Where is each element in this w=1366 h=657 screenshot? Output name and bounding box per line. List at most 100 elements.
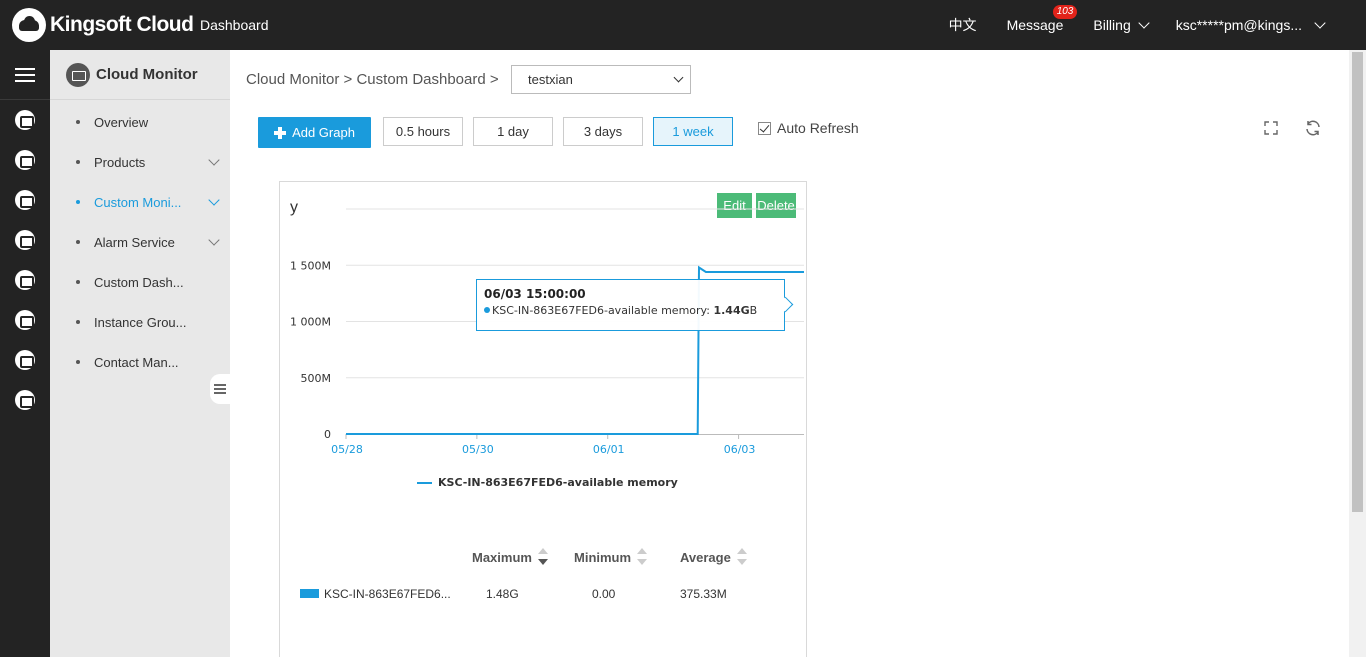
rail-database-button[interactable]: [0, 220, 50, 260]
sidebar-collapse-button[interactable]: [210, 374, 230, 404]
sidebar-item-label: Alarm Service: [94, 234, 175, 250]
icon-rail: [0, 50, 50, 657]
user-menu[interactable]: ksc*****pm@kings...: [1175, 16, 1326, 33]
stats-min-value: 0.00: [592, 587, 616, 601]
dashboard-select[interactable]: testxian: [511, 65, 691, 94]
bullet-icon: [76, 320, 80, 324]
nav-dashboard[interactable]: Dashboard: [200, 0, 269, 50]
sort-icon: [637, 548, 648, 566]
message-count-badge: 103: [1052, 5, 1078, 19]
sidebar-item-contact-management[interactable]: Contact Man...: [50, 342, 230, 382]
language-switch[interactable]: 中文: [949, 15, 977, 35]
topology-icon: [15, 350, 35, 370]
chevron-down-icon: [1138, 16, 1150, 29]
add-graph-button[interactable]: Add Graph: [258, 117, 371, 148]
auto-refresh-toggle[interactable]: Auto Refresh: [758, 120, 859, 136]
page-scrollbar[interactable]: [1349, 50, 1366, 657]
sidebar-item-label: Overview: [94, 114, 149, 130]
sidebar-item-custom-monitor[interactable]: Custom Moni...: [50, 182, 230, 222]
sidebar-item-label: Instance Grou...: [94, 314, 187, 330]
tooltip-row: KSC-IN-863E67FED6-available memory: 1.44…: [484, 304, 784, 317]
sidebar-header: Cloud Monitor: [50, 50, 230, 100]
range-1-day-button[interactable]: 1 day: [473, 117, 553, 146]
chart-legend[interactable]: KSC-IN-863E67FED6-available memory: [417, 476, 678, 489]
bullet-icon: [76, 240, 80, 244]
range-0-5-hours-button[interactable]: 0.5 hours: [383, 117, 463, 146]
message-label: Message: [1006, 17, 1064, 33]
sidebar-item-label: Custom Dash...: [94, 274, 184, 290]
range-3-days-button[interactable]: 3 days: [563, 117, 643, 146]
billing-label: Billing: [1093, 17, 1131, 33]
bullet-icon: [76, 280, 80, 284]
auto-refresh-checkbox[interactable]: [758, 121, 771, 135]
rail-monitor-button[interactable]: [0, 100, 50, 140]
chevron-down-icon: [1314, 16, 1326, 29]
sidebar: Cloud Monitor Overview Products Custom M…: [50, 50, 230, 657]
monitor-icon: [15, 110, 35, 130]
sidebar-title: Cloud Monitor: [96, 66, 198, 83]
rail-apps-button[interactable]: [0, 380, 50, 420]
stats-header-min[interactable]: Minimum: [574, 548, 648, 566]
range-1-week-button[interactable]: 1 week: [653, 117, 733, 146]
plus-icon: [274, 126, 287, 139]
billing-menu[interactable]: Billing: [1093, 16, 1150, 33]
cloud-icon: [15, 190, 35, 210]
sidebar-item-custom-dashboard[interactable]: Custom Dash...: [50, 262, 230, 302]
legend-line-icon: [417, 481, 432, 484]
sort-icon: [736, 548, 747, 566]
collapse-icon: [214, 384, 226, 394]
sidebar-item-alarm-service[interactable]: Alarm Service: [50, 222, 230, 262]
sidebar-item-overview[interactable]: Overview: [50, 102, 230, 142]
apps-icon: [15, 390, 35, 410]
hamburger-icon: [15, 67, 35, 82]
x-tick-label: 05/30: [462, 443, 494, 456]
stats-header-max[interactable]: Maximum: [472, 548, 548, 566]
breadcrumb: Cloud Monitor > Custom Dashboard >: [246, 71, 499, 88]
rail-network-button[interactable]: [0, 300, 50, 340]
cloud-logo-icon: [12, 8, 46, 42]
stats-avg-value: 375.33M: [680, 587, 727, 601]
brand-logo[interactable]: Kingsoft Cloud: [12, 8, 194, 42]
tooltip-series: KSC-IN-863E67FED6-available memory:: [492, 304, 710, 317]
chart-tooltip: 06/03 15:00:00 KSC-IN-863E67FED6-availab…: [476, 279, 785, 331]
stats-header-label: Maximum: [472, 549, 532, 565]
bullet-icon: [76, 360, 80, 364]
rail-storage-button[interactable]: [0, 260, 50, 300]
rail-cube-button[interactable]: [0, 140, 50, 180]
tooltip-time: 06/03 15:00:00: [484, 287, 586, 301]
cloud-monitor-icon: [66, 62, 90, 87]
legend-label: KSC-IN-863E67FED6-available memory: [438, 476, 678, 489]
sidebar-item-instance-group[interactable]: Instance Grou...: [50, 302, 230, 342]
menu-toggle-button[interactable]: [0, 50, 50, 100]
fullscreen-icon[interactable]: [1262, 119, 1280, 137]
storage-icon: [15, 270, 35, 290]
database-icon: [15, 230, 35, 250]
scrollbar-thumb[interactable]: [1352, 52, 1363, 512]
series-color-swatch: [300, 589, 319, 598]
sidebar-item-label: Custom Moni...: [94, 194, 182, 210]
graph-card: y Edit Delete 0 500M 1 000M 1 500M 05/28 05/3…: [279, 181, 807, 657]
sidebar-item-label: Products: [94, 154, 146, 170]
tooltip-unit-tail: B: [749, 304, 758, 317]
rail-cloud-button[interactable]: [0, 180, 50, 220]
y-tick-label: 1 500M: [290, 259, 331, 272]
y-tick-label: 500M: [301, 372, 332, 385]
bullet-icon: [76, 120, 80, 124]
message-link[interactable]: Message 103: [1006, 5, 1078, 33]
top-right-menu: 中文 Message 103 Billing ksc*****pm@kings.…: [949, 0, 1366, 50]
sort-icon: [537, 548, 548, 566]
add-graph-label: Add Graph: [292, 125, 355, 140]
y-tick-label: 0: [324, 428, 331, 441]
network-icon: [15, 310, 35, 330]
series-dot-icon: [484, 307, 490, 313]
tooltip-value: 1.44G: [713, 304, 750, 317]
x-tick-label: 06/01: [593, 443, 625, 456]
user-account: ksc*****pm@kings...: [1175, 17, 1302, 33]
stats-header-avg[interactable]: Average: [680, 548, 747, 566]
sidebar-item-products[interactable]: Products: [50, 142, 230, 182]
stats-max-value: 1.48G: [486, 587, 519, 601]
refresh-icon[interactable]: [1304, 119, 1322, 137]
x-tick-label: 06/03: [724, 443, 756, 456]
rail-topology-button[interactable]: [0, 340, 50, 380]
y-tick-label: 1 000M: [290, 316, 331, 329]
